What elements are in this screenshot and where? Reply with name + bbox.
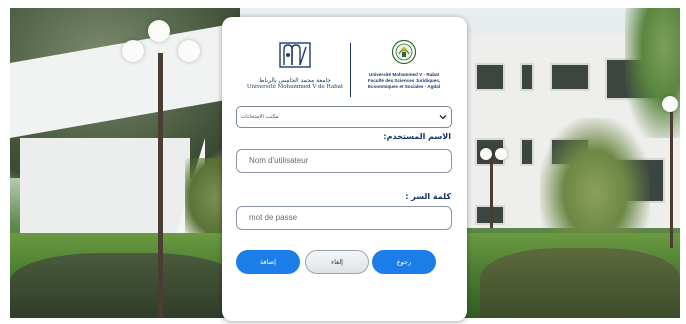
faculty-seal-icon: [391, 39, 417, 65]
cancel-button[interactable]: إلغاء: [305, 250, 369, 274]
faculty-name-line-3: Economiques et Sociales - Agdal: [367, 84, 441, 89]
username-input[interactable]: Nom d'utilisateur: [236, 149, 452, 173]
back-button[interactable]: رجوع: [372, 250, 436, 274]
submit-button[interactable]: إضافة: [236, 250, 300, 274]
login-card: جامعة محمد الخامس بالرباط Université Moh…: [222, 17, 467, 321]
faculty-logo: Université Mohammed V - Rabat Faculté de…: [354, 39, 454, 90]
university-emblem-icon: [279, 42, 311, 68]
university-logo: جامعة محمد الخامس بالرباط Université Moh…: [240, 39, 450, 99]
university-logo-left: جامعة محمد الخامس بالرباط Université Moh…: [240, 39, 350, 99]
service-select[interactable]: مكتب الامتحانات: [236, 106, 452, 128]
service-select-value: مكتب الامتحانات: [241, 114, 279, 120]
university-name-arabic: جامعة محمد الخامس بالرباط: [258, 77, 332, 84]
username-label: الاسم المستخدم:: [383, 132, 451, 141]
logo-divider: [350, 43, 351, 97]
password-input[interactable]: mot de passe: [236, 206, 452, 230]
chevron-down-icon: [439, 115, 447, 120]
university-name-french: Université Mohammed V de Rabat: [246, 84, 344, 90]
password-label: كلمة السر :: [405, 192, 451, 201]
